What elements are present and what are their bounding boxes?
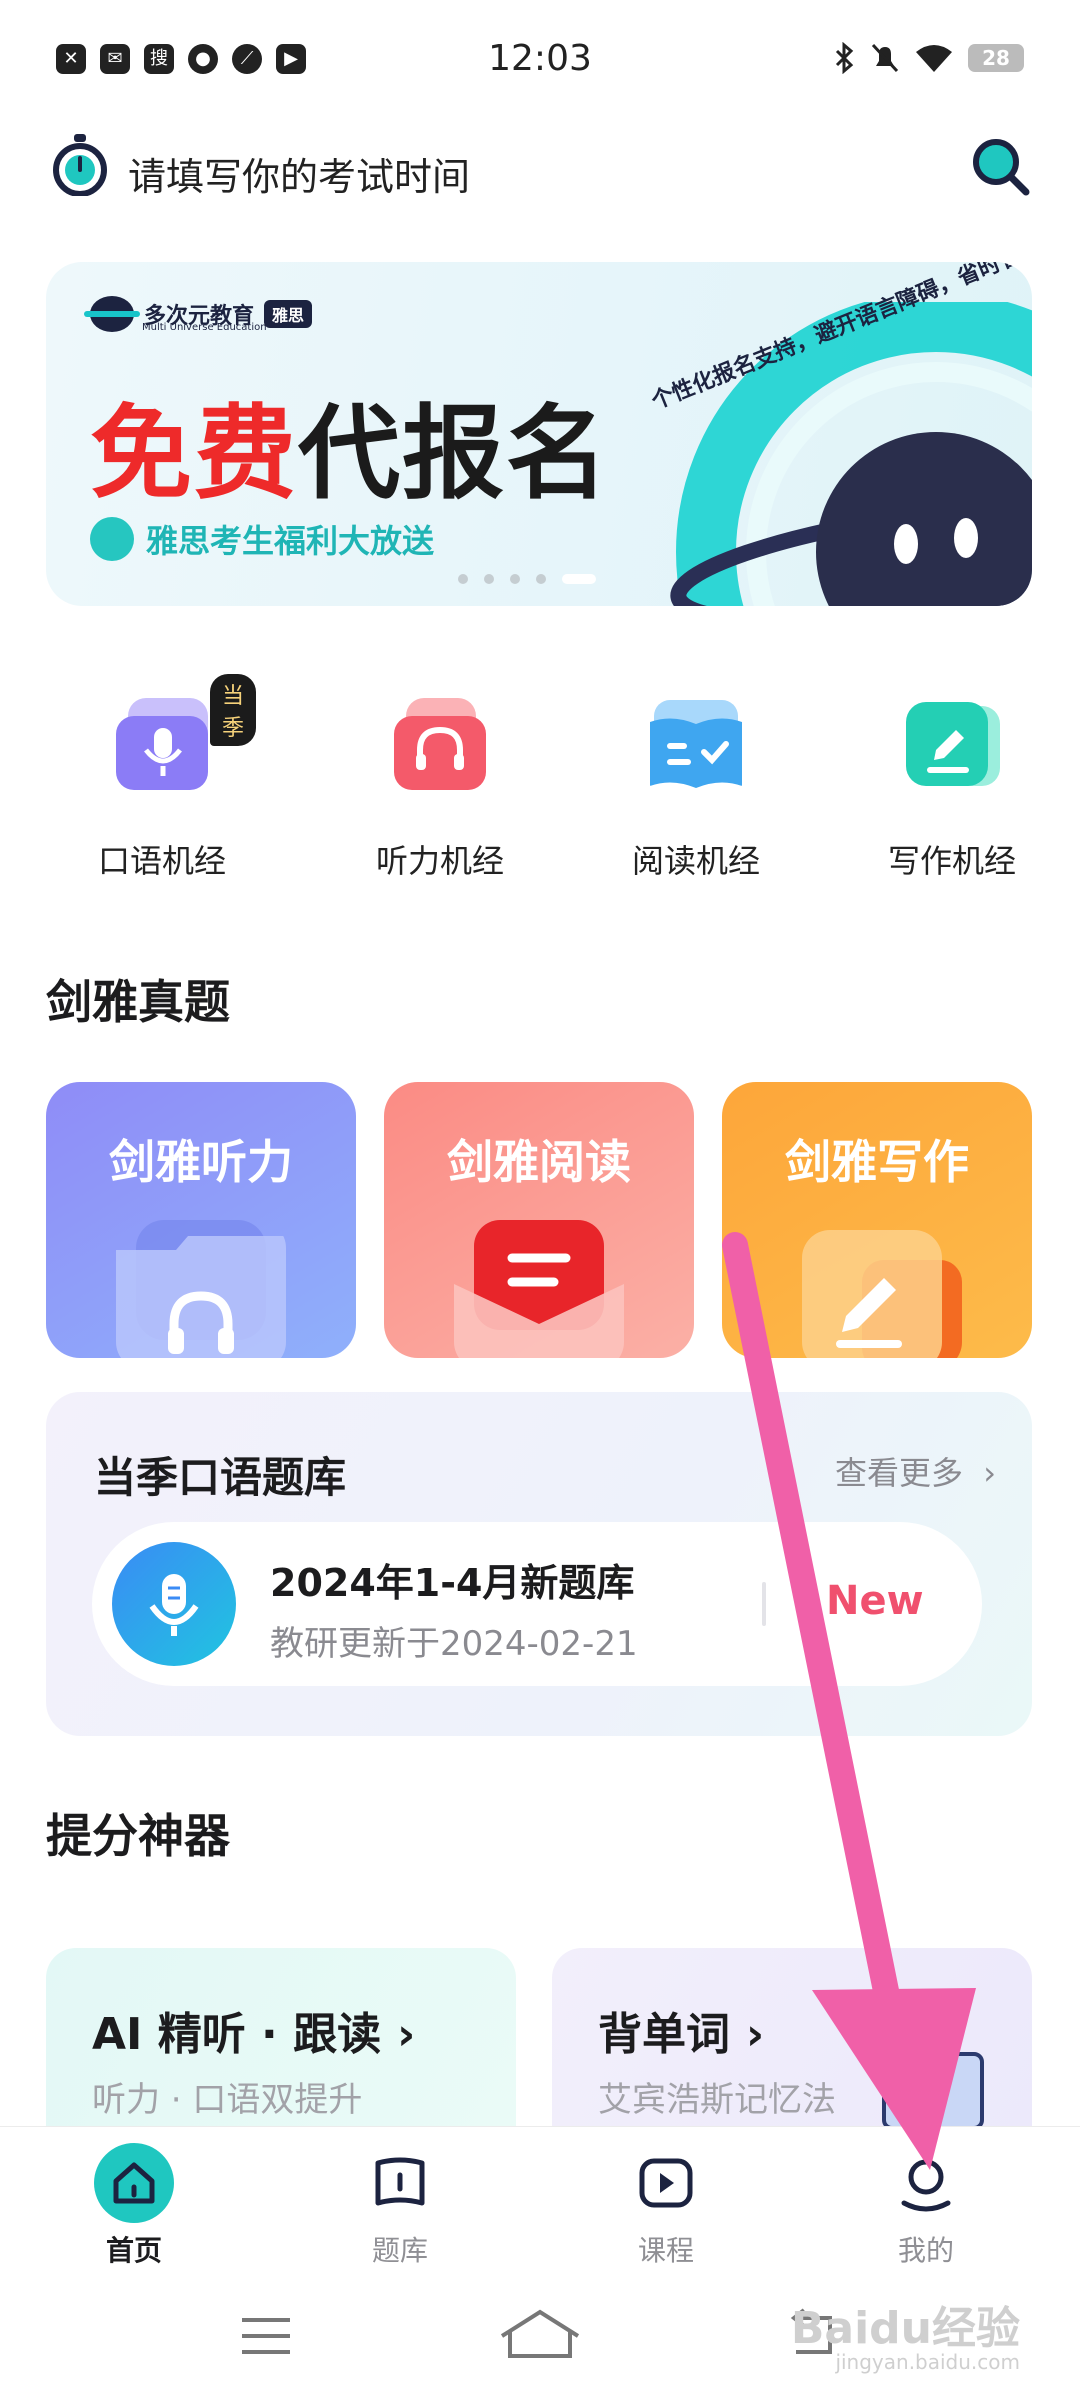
brand-tag: 雅思 xyxy=(264,300,313,328)
tab-label: 课程 xyxy=(637,2234,694,2267)
chat-bubble-icon xyxy=(90,517,134,561)
divider xyxy=(762,1582,766,1626)
battery-indicator: 28 xyxy=(968,44,1024,72)
abc-book-icon: BC xyxy=(882,2052,984,2128)
microphone-icon xyxy=(112,1542,236,1666)
microphone-icon xyxy=(116,698,208,790)
boost-card-subtitle: 艾宾浩斯记忆法 xyxy=(598,2080,836,2120)
status-bar: ✕ ✉ 搜 ● ⟋ ▶ 12:03 28 xyxy=(0,0,1080,120)
folder-headphones-icon xyxy=(116,1220,286,1358)
profile-icon xyxy=(886,2143,966,2223)
cambridge-card-label: 剑雅写作 xyxy=(785,1135,969,1189)
quick-entry-label: 听力机经 xyxy=(375,842,504,880)
pencil-note-icon xyxy=(906,702,1000,786)
boost-card-title: 背单词 › xyxy=(598,2009,765,2060)
envelope-document-icon xyxy=(454,1220,624,1358)
cambridge-card-label: 剑雅阅读 xyxy=(447,1135,631,1189)
svg-text:BC: BC xyxy=(900,2081,945,2116)
banner-headline: 免费代报名 xyxy=(90,372,610,519)
system-icons: 28 xyxy=(834,42,1024,74)
cambridge-card-label: 剑雅听力 xyxy=(109,1135,293,1189)
chevron-right-icon: › xyxy=(397,2009,416,2060)
section-title-boost: 提分神器 xyxy=(46,1809,230,1863)
open-book-icon xyxy=(650,700,742,788)
banner-subline: 雅思考生福利大放送 xyxy=(90,516,434,562)
stopwatch-icon[interactable] xyxy=(52,134,108,196)
new-badge: New xyxy=(826,1578,924,1624)
bottom-tab-bar: 首页 题库 课程 我的 xyxy=(0,2126,1080,2276)
headphones-icon xyxy=(394,698,486,790)
quick-entry-speaking[interactable]: 当季 口语机经 xyxy=(82,674,257,882)
mute-bell-icon xyxy=(871,43,899,73)
tab-home[interactable]: 首页 xyxy=(54,2143,214,2269)
view-more-label: 查看更多 xyxy=(835,1454,964,1492)
oral-bank-item-date: 教研更新于2024-02-21 xyxy=(270,1624,638,1664)
exam-time-prompt[interactable]: 请填写你的考试时间 xyxy=(128,146,470,201)
book-icon xyxy=(360,2143,440,2223)
video-icon xyxy=(626,2143,706,2223)
quick-entry-grid: 当季 口语机经 听力机经 阅读机经 写作机经 xyxy=(46,674,1032,882)
headline-registration: 代报名 xyxy=(298,395,610,514)
tab-profile[interactable]: 我的 xyxy=(846,2143,1006,2269)
carousel-dot[interactable] xyxy=(536,574,546,584)
bluetooth-icon xyxy=(835,42,854,74)
quick-entry-label: 写作机经 xyxy=(887,842,1016,880)
header: 请填写你的考试时间 xyxy=(48,130,1032,210)
watermark-url: jingyan.baidu.com xyxy=(835,2350,1020,2374)
quick-entry-label: 口语机经 xyxy=(97,842,226,880)
search-icon[interactable] xyxy=(968,134,1032,198)
pencil-square-icon xyxy=(802,1230,962,1358)
oral-question-bank: 当季口语题库 查看更多 › 2024年1-4月新题库 教研更新于2024-02-… xyxy=(46,1392,1032,1736)
quick-entry-listening[interactable]: 听力机经 xyxy=(360,680,520,882)
cambridge-reading-card[interactable]: 剑雅阅读 xyxy=(384,1082,694,1358)
promo-banner[interactable]: 多次元教育 雅思 Multi Universe Education 免费代报名 … xyxy=(46,262,1032,606)
boost-card-ai-listening[interactable]: AI 精听 · 跟读 › 听力 · 口语双提升 xyxy=(46,1948,516,2128)
oral-bank-item[interactable]: 2024年1-4月新题库 教研更新于2024-02-21 New xyxy=(92,1522,982,1686)
tab-label: 题库 xyxy=(371,2234,428,2267)
home-icon xyxy=(94,2143,174,2223)
tab-courses[interactable]: 课程 xyxy=(586,2143,746,2269)
banner-sub-text: 雅思考生福利大放送 xyxy=(146,522,435,560)
brand-subtitle: Multi Universe Education xyxy=(142,322,267,333)
boost-card-title: AI 精听 · 跟读 › xyxy=(92,2009,416,2060)
boost-card-vocabulary[interactable]: 背单词 › 艾宾浩斯记忆法 BC xyxy=(552,1948,1032,2128)
home-nav-icon[interactable] xyxy=(496,2306,584,2362)
tab-label: 我的 xyxy=(897,2234,954,2267)
carousel-dot[interactable] xyxy=(458,574,468,584)
quick-entry-label: 阅读机经 xyxy=(631,842,760,880)
cambridge-writing-card[interactable]: 剑雅写作 xyxy=(722,1082,1032,1358)
quick-entry-reading[interactable]: 阅读机经 xyxy=(616,680,776,882)
chevron-right-icon: › xyxy=(746,2009,765,2060)
view-more-link[interactable]: 查看更多 › xyxy=(835,1448,996,1494)
oral-bank-item-name: 2024年1-4月新题库 xyxy=(270,1561,635,1605)
carousel-dot[interactable] xyxy=(510,574,520,584)
season-badge: 当季 xyxy=(210,674,257,746)
menu-icon[interactable] xyxy=(238,2312,294,2360)
carousel-indicator xyxy=(458,574,596,584)
boost-card-subtitle: 听力 · 口语双提升 xyxy=(92,2080,363,2120)
headline-free: 免费 xyxy=(90,395,298,514)
chevron-right-icon: › xyxy=(983,1454,996,1492)
carousel-dot[interactable] xyxy=(484,574,494,584)
carousel-dot-active[interactable] xyxy=(562,574,596,584)
watermark-logo: Baidu经验 xyxy=(790,2303,1020,2354)
tab-question-bank[interactable]: 题库 xyxy=(320,2143,480,2269)
tab-label: 首页 xyxy=(105,2234,162,2267)
section-title-cambridge: 剑雅真题 xyxy=(46,975,230,1029)
oral-bank-title: 当季口语题库 xyxy=(94,1453,347,1502)
planet-logo-icon xyxy=(84,296,140,332)
cambridge-listening-card[interactable]: 剑雅听力 xyxy=(46,1082,356,1358)
wifi-icon xyxy=(916,45,952,72)
quick-entry-writing[interactable]: 写作机经 xyxy=(872,680,1032,882)
